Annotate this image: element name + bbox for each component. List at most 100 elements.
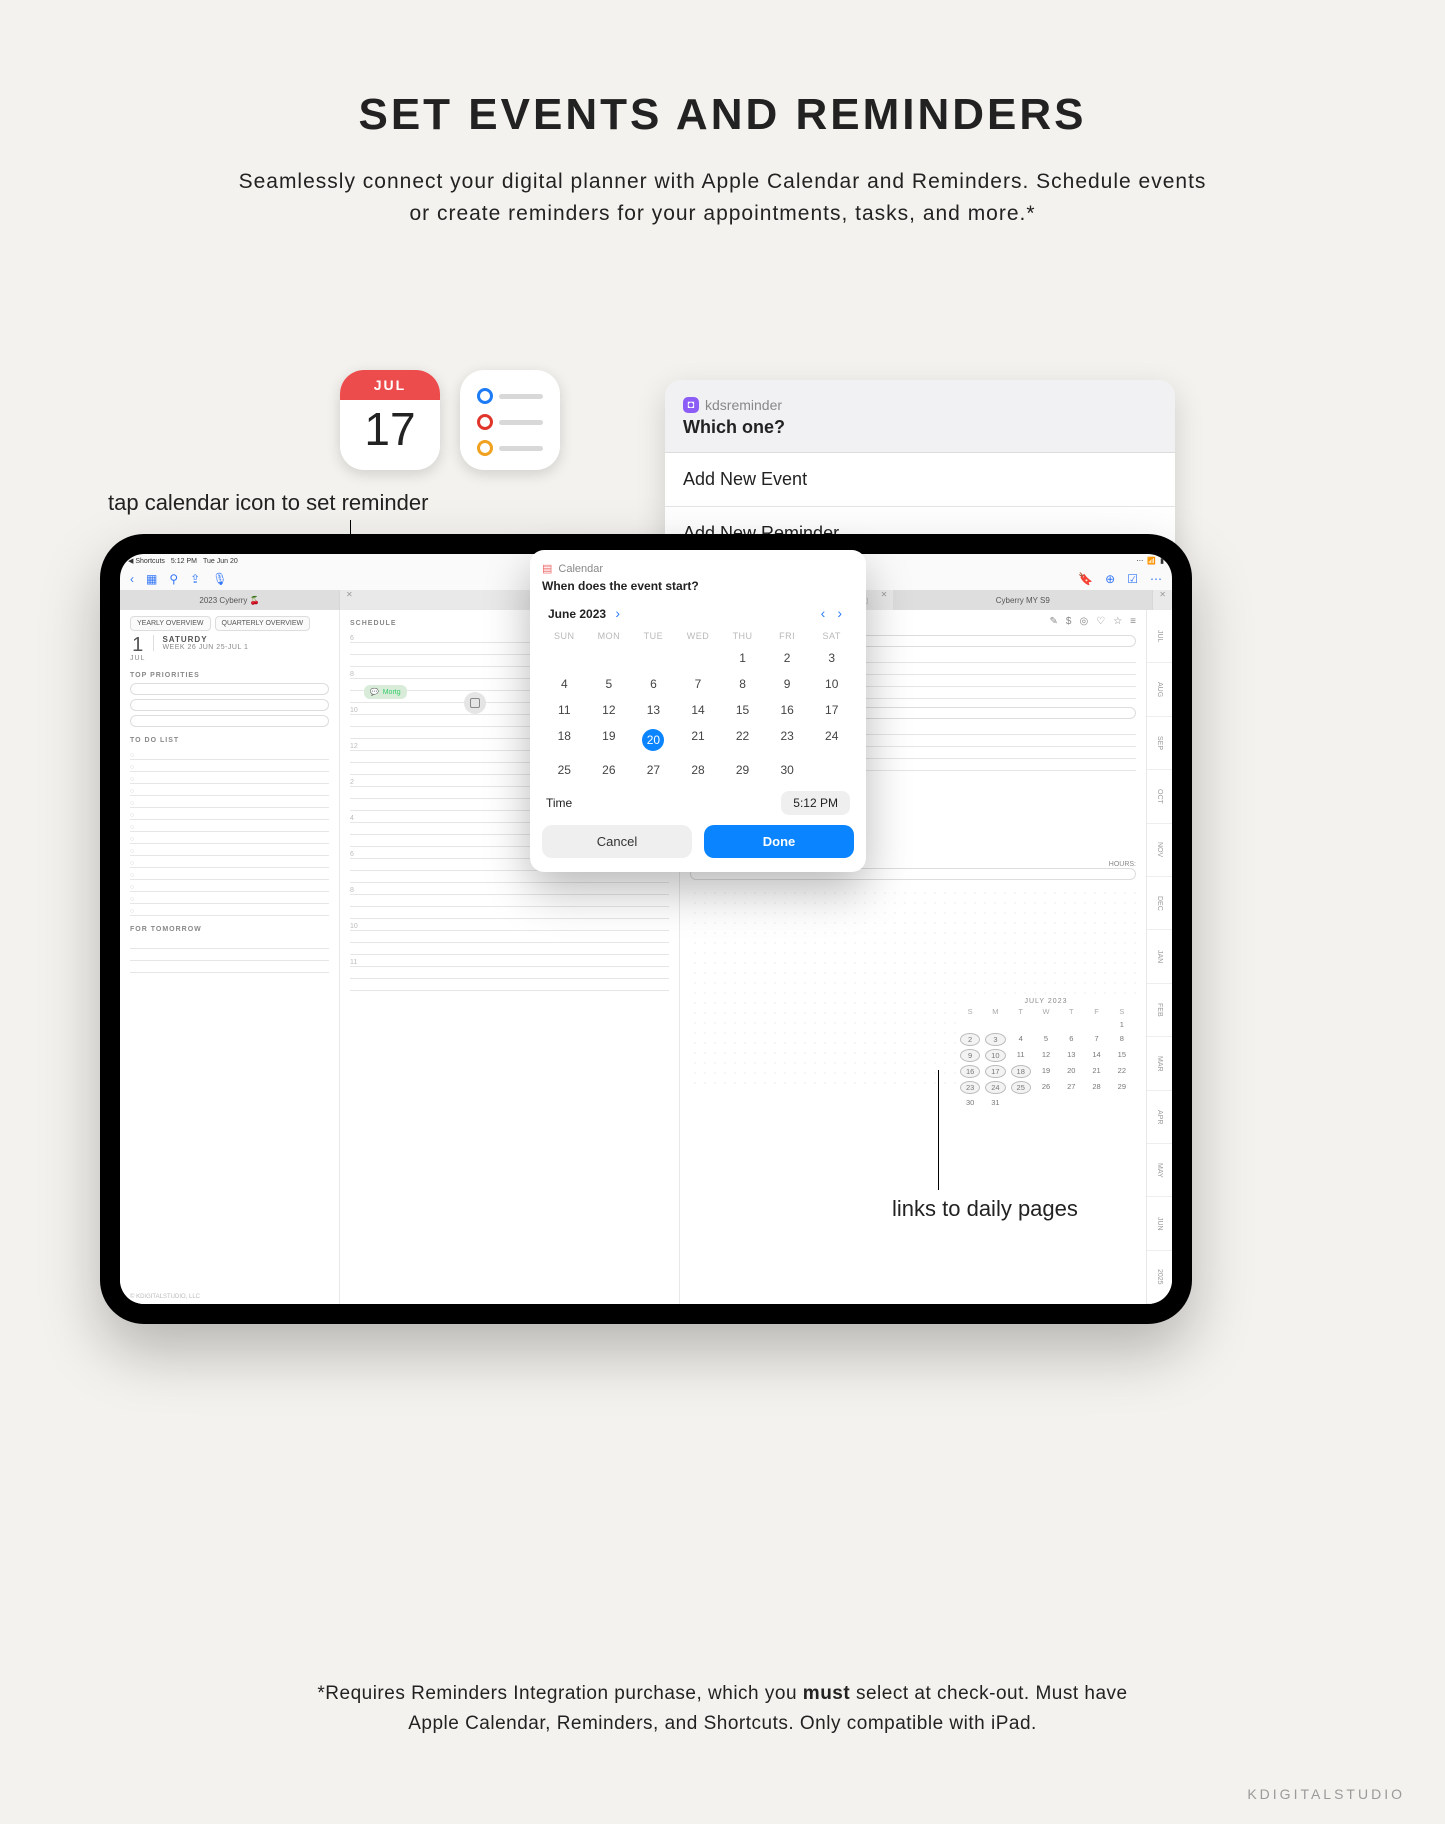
minical-day[interactable]: 15 [1112, 1049, 1132, 1062]
schedule-hour-line[interactable]: 11 [350, 955, 669, 967]
schedule-hour-line[interactable]: 8 [350, 883, 669, 895]
popover-day[interactable]: 23 [765, 729, 810, 751]
back-icon[interactable]: ‹ [130, 572, 134, 586]
minical-day[interactable]: 10 [985, 1049, 1005, 1062]
month-tab-nov[interactable]: NOV [1147, 824, 1172, 877]
todo-line[interactable] [130, 904, 329, 916]
grid-icon[interactable]: ▦ [146, 572, 157, 586]
popover-day[interactable]: 7 [676, 677, 721, 691]
schedule-half-line[interactable] [350, 943, 669, 955]
todo-line[interactable] [130, 868, 329, 880]
target-icon[interactable]: ◎ [1079, 616, 1088, 629]
todo-line[interactable] [130, 856, 329, 868]
popover-day[interactable]: 5 [587, 677, 632, 691]
schedule-half-line[interactable] [350, 979, 669, 991]
pencil-icon[interactable]: ✎ [1050, 616, 1058, 629]
todo-line[interactable] [130, 820, 329, 832]
minical-day[interactable]: 9 [960, 1049, 980, 1062]
minical-day[interactable]: 5 [1036, 1033, 1056, 1046]
dot-grid-area[interactable]: JULY 2023 SMTWTFS12345678910111213141516… [690, 888, 1136, 1088]
minical-day[interactable]: 17 [985, 1065, 1005, 1078]
mic-icon[interactable]: 🎙 [212, 572, 227, 586]
schedule-half-line[interactable] [350, 907, 669, 919]
popover-day[interactable]: 15 [720, 703, 765, 717]
minical-day[interactable]: 30 [960, 1097, 980, 1108]
menu-icon[interactable]: ≡ [1130, 616, 1136, 629]
heart-icon[interactable]: ♡ [1096, 616, 1105, 629]
minical-day[interactable]: 19 [1036, 1065, 1056, 1078]
schedule-half-line[interactable] [350, 931, 669, 943]
todo-line[interactable] [130, 892, 329, 904]
minical-day[interactable]: 16 [960, 1065, 980, 1078]
todo-line[interactable] [130, 760, 329, 772]
prev-month-button[interactable]: ‹ [815, 605, 832, 621]
minical-day[interactable]: 2 [960, 1033, 980, 1046]
more-icon[interactable]: ⋯ [1150, 572, 1162, 586]
popover-day[interactable]: 3 [809, 651, 854, 665]
edit-icon[interactable]: ☑ [1127, 572, 1138, 586]
minical-day[interactable]: 21 [1086, 1065, 1106, 1078]
popover-day[interactable]: 19 [587, 729, 632, 751]
month-tab-sep[interactable]: SEP [1147, 717, 1172, 770]
share-icon[interactable]: ⇪ [190, 572, 200, 586]
status-back[interactable]: ◀ Shortcuts [128, 557, 165, 565]
month-tab-jun[interactable]: JUN [1147, 1197, 1172, 1250]
minical-day[interactable]: 24 [985, 1081, 1005, 1094]
popover-day[interactable]: 17 [809, 703, 854, 717]
tab-close-mid[interactable]: ✕ [875, 590, 894, 610]
minical-day[interactable]: 29 [1112, 1081, 1132, 1094]
todo-line[interactable] [130, 784, 329, 796]
minical-day[interactable]: 3 [985, 1033, 1005, 1046]
dollar-icon[interactable]: $ [1066, 616, 1072, 629]
popover-month[interactable]: June 2023 [548, 607, 606, 621]
popover-day[interactable]: 2 [765, 651, 810, 665]
minical-day[interactable]: 22 [1112, 1065, 1132, 1078]
popover-day[interactable]: 29 [720, 763, 765, 777]
tab-left[interactable]: 2023 Cyberry 🍒 [120, 590, 340, 610]
month-tab-oct[interactable]: OCT [1147, 770, 1172, 823]
chevron-right-small-icon[interactable]: › [609, 605, 626, 621]
next-month-button[interactable]: › [831, 605, 848, 621]
cancel-button[interactable]: Cancel [542, 825, 692, 858]
minical-day[interactable]: 7 [1086, 1033, 1106, 1046]
minical-day[interactable]: 14 [1086, 1049, 1106, 1062]
month-tab-apr[interactable]: APR [1147, 1091, 1172, 1144]
minical-day[interactable]: 1 [1112, 1019, 1132, 1030]
shortcut-option-add-event[interactable]: Add New Event [665, 453, 1175, 507]
add-page-icon[interactable]: ⊕ [1105, 572, 1115, 586]
bookmark-icon[interactable]: 🔖 [1078, 572, 1093, 586]
tab-close-left[interactable]: ✕ [340, 590, 359, 610]
todo-line[interactable] [130, 772, 329, 784]
popover-day[interactable]: 4 [542, 677, 587, 691]
minical-day[interactable]: 31 [985, 1097, 1005, 1108]
schedule-half-line[interactable] [350, 871, 669, 883]
minical-day[interactable]: 6 [1061, 1033, 1081, 1046]
minical-day[interactable]: 12 [1036, 1049, 1056, 1062]
tab-close-right[interactable]: ✕ [1153, 590, 1172, 610]
month-tab-aug[interactable]: AUG [1147, 663, 1172, 716]
popover-day[interactable]: 1 [720, 651, 765, 665]
todo-line[interactable] [130, 796, 329, 808]
priority-slot[interactable] [130, 699, 329, 711]
done-button[interactable]: Done [704, 825, 854, 858]
popover-day[interactable]: 6 [631, 677, 676, 691]
month-tab-may[interactable]: MAY [1147, 1144, 1172, 1197]
schedule-calendar-button[interactable] [464, 692, 486, 714]
popover-day[interactable]: 10 [809, 677, 854, 691]
minical-day[interactable]: 13 [1061, 1049, 1081, 1062]
popover-day[interactable]: 16 [765, 703, 810, 717]
priority-slot[interactable] [130, 683, 329, 695]
star-icon[interactable]: ☆ [1113, 616, 1122, 629]
schedule-event-chip[interactable]: 💬 Mortg [364, 685, 407, 699]
popover-day[interactable]: 24 [809, 729, 854, 751]
minical-day[interactable]: 25 [1011, 1081, 1031, 1094]
minical-day[interactable]: 28 [1086, 1081, 1106, 1094]
minical-day[interactable]: 18 [1011, 1065, 1031, 1078]
month-tab-jan[interactable]: JAN [1147, 930, 1172, 983]
popover-day[interactable]: 14 [676, 703, 721, 717]
popover-day[interactable]: 21 [676, 729, 721, 751]
yearly-overview-tab[interactable]: YEARLY OVERVIEW [130, 616, 211, 631]
todo-line[interactable] [130, 832, 329, 844]
popover-day[interactable]: 28 [676, 763, 721, 777]
tomorrow-line[interactable] [130, 937, 329, 949]
